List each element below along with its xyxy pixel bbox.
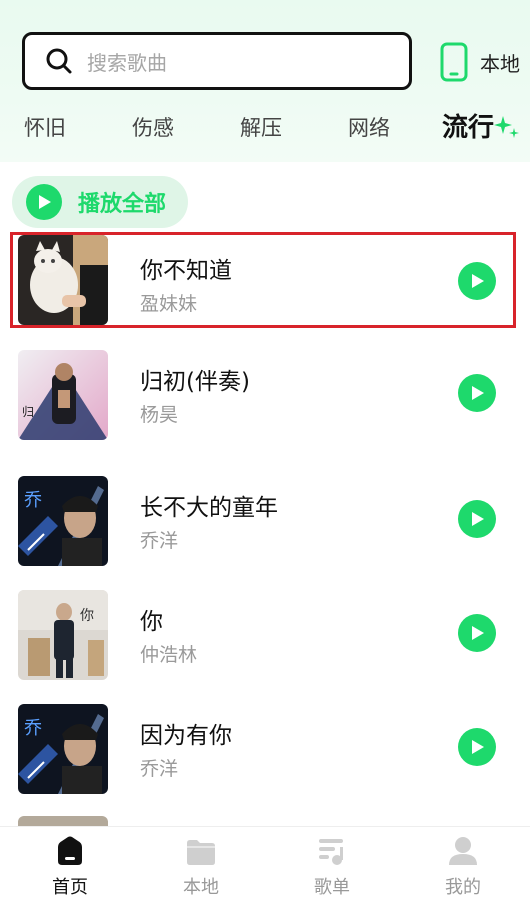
song-row[interactable]: 你 你 仲浩林 <box>0 586 530 682</box>
song-row[interactable]: 乔 因为有你 乔洋 <box>0 700 530 796</box>
song-artist: 仲浩林 <box>140 644 198 666</box>
play-icon <box>26 184 62 220</box>
album-cover: 归 <box>18 350 108 440</box>
nav-mine-label: 我的 <box>445 877 481 898</box>
song-title: 归初(伴奏) <box>140 369 250 395</box>
phone-icon <box>440 42 468 82</box>
play-icon <box>472 386 484 400</box>
category-tabs: 怀旧 伤感 解压 网络 流行 <box>0 108 530 152</box>
song-row[interactable]: 归 归初(伴奏) 杨昊 <box>0 346 530 442</box>
album-cover: 乔 <box>18 704 108 794</box>
nav-local[interactable]: 本地 <box>151 827 251 920</box>
song-row[interactable]: 乔 长不大的童年 乔洋 <box>0 472 530 568</box>
bottom-nav: 首页 本地 歌单 我的 <box>0 826 530 920</box>
song-title: 长不大的童年 <box>140 495 278 521</box>
tab-huaijiu[interactable]: 怀旧 <box>24 108 66 148</box>
nav-local-label: 本地 <box>183 877 219 898</box>
song-play-button[interactable] <box>458 500 496 538</box>
svg-text:乔: 乔 <box>24 718 42 739</box>
song-play-button[interactable] <box>458 262 496 300</box>
play-all-label: 播放全部 <box>78 192 167 217</box>
local-label: 本地 <box>480 51 520 76</box>
song-artist: 杨昊 <box>140 404 179 426</box>
search-icon <box>46 48 72 74</box>
local-button[interactable]: 本地 <box>440 40 520 84</box>
song-row[interactable]: 你不知道 盈妹妹 <box>10 232 516 328</box>
song-artist: 乔洋 <box>140 758 179 780</box>
tab-wangluo[interactable]: 网络 <box>348 108 390 148</box>
home-icon <box>58 836 82 865</box>
song-play-button[interactable] <box>458 728 496 766</box>
search-input[interactable]: 搜索歌曲 <box>22 32 412 90</box>
tab-shanggan[interactable]: 伤感 <box>132 108 174 148</box>
song-title: 你不知道 <box>140 258 232 284</box>
album-cover: 你 <box>18 590 108 680</box>
playlist-icon <box>319 839 343 865</box>
folder-icon <box>187 840 215 865</box>
user-icon <box>449 837 477 865</box>
tab-liuxing[interactable]: 流行 <box>442 108 494 148</box>
header-area: 搜索歌曲 本地 怀旧 伤感 解压 网络 流行 <box>0 0 530 162</box>
nav-playlist[interactable]: 歌单 <box>282 827 382 920</box>
song-play-button[interactable] <box>458 614 496 652</box>
nav-mine[interactable]: 我的 <box>413 827 513 920</box>
play-all-button[interactable]: 播放全部 <box>12 176 188 228</box>
nav-playlist-label: 歌单 <box>314 877 350 898</box>
nav-home-label: 首页 <box>52 877 88 898</box>
song-artist: 盈妹妹 <box>140 293 198 315</box>
play-icon <box>472 740 484 754</box>
play-icon <box>472 626 484 640</box>
song-artist: 乔洋 <box>140 530 179 552</box>
song-title: 因为有你 <box>140 723 232 749</box>
play-icon <box>472 512 484 526</box>
tab-jieya[interactable]: 解压 <box>240 108 282 148</box>
nav-home[interactable]: 首页 <box>20 827 120 920</box>
play-icon <box>472 274 484 288</box>
song-title: 你 <box>140 609 163 635</box>
song-play-button[interactable] <box>458 374 496 412</box>
svg-text:归: 归 <box>22 405 34 419</box>
search-placeholder: 搜索歌曲 <box>87 50 167 75</box>
album-cover <box>18 235 108 325</box>
album-cover: 乔 <box>18 476 108 566</box>
sparkle-icon <box>494 116 519 138</box>
svg-text:你: 你 <box>80 608 94 624</box>
svg-text:乔: 乔 <box>24 490 42 511</box>
